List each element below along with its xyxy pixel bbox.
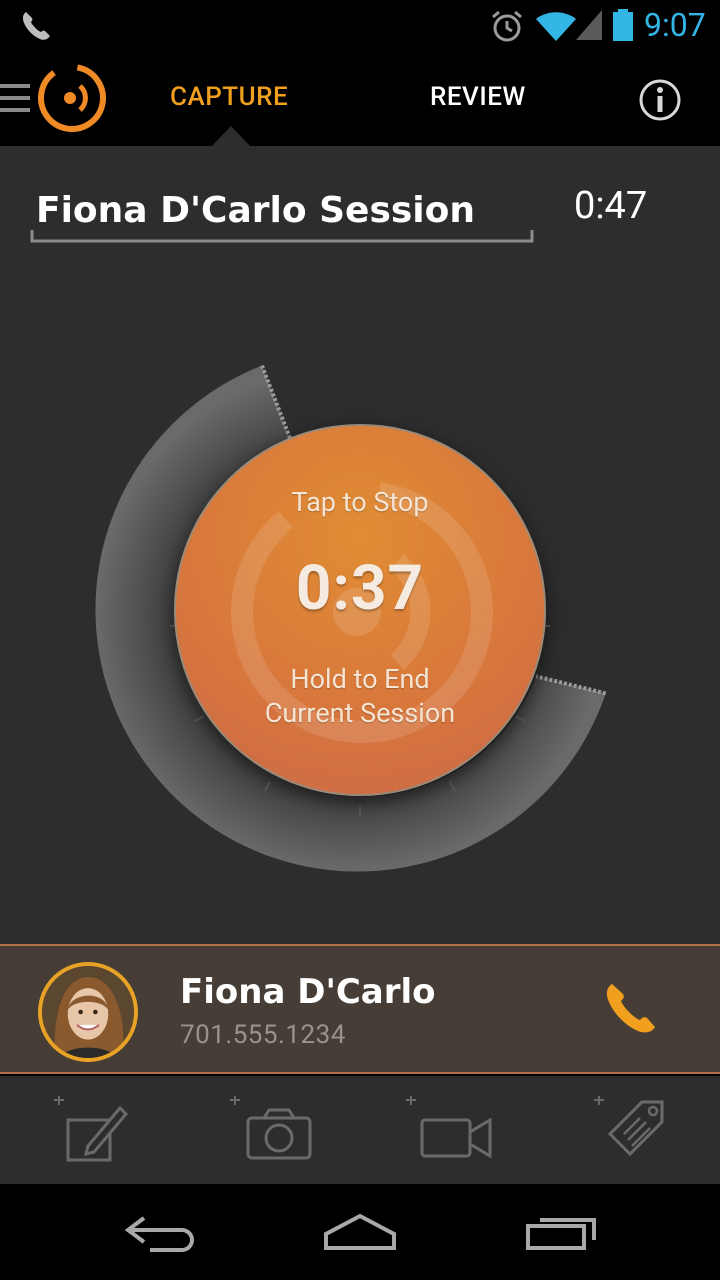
active-tab-indicator: [210, 126, 252, 148]
add-photo-icon[interactable]: [226, 1096, 316, 1166]
recents-icon[interactable]: [520, 1208, 600, 1258]
signal-icon: [576, 10, 602, 40]
battery-icon: [613, 9, 633, 41]
capture-toolbar: [0, 1076, 720, 1184]
home-icon[interactable]: [320, 1208, 400, 1258]
info-icon[interactable]: [638, 78, 682, 122]
contact-name: Fiona D'Carlo: [180, 972, 436, 1012]
status-bar: 9:07: [0, 0, 720, 50]
hold-to-end-line-2: Current Session: [264, 697, 456, 729]
session-title-input[interactable]: Fiona D'Carlo Session: [36, 190, 475, 231]
contact-bar[interactable]: Fiona D'Carlo 701.555.1234: [0, 944, 720, 1074]
system-nav-bar: [0, 1184, 720, 1280]
back-icon[interactable]: [120, 1208, 200, 1258]
session-total-time: 0:47: [574, 184, 648, 228]
add-note-icon[interactable]: [50, 1096, 140, 1166]
avatar: [38, 962, 138, 1062]
alarm-icon: [492, 10, 522, 42]
clock-time: 9:07: [644, 6, 706, 44]
hold-to-end-line-1: Hold to End: [290, 663, 430, 695]
action-bar: CAPTURE REVIEW: [0, 50, 720, 146]
add-tag-icon[interactable]: [590, 1096, 680, 1166]
hold-to-end-label: Hold to End Current Session: [176, 662, 544, 730]
capture-panel: Fiona D'Carlo Session 0:47 Tap to Stop 0…: [0, 146, 720, 944]
add-video-icon[interactable]: [402, 1096, 492, 1166]
tap-to-stop-label: Tap to Stop: [291, 486, 429, 518]
avatar-photo-icon: [42, 966, 134, 1058]
phone-icon: [22, 12, 50, 40]
record-stop-button[interactable]: Tap to Stop 0:37 Hold to End Current Ses…: [174, 424, 546, 796]
wifi-icon: [536, 12, 576, 41]
tab-review[interactable]: REVIEW: [430, 82, 526, 112]
call-icon[interactable]: [600, 980, 660, 1040]
drawer-menu-icon[interactable]: [0, 80, 34, 116]
app-logo-icon[interactable]: [34, 60, 110, 136]
title-underline: [30, 230, 534, 243]
contact-phone: 701.555.1234: [180, 1020, 346, 1050]
recording-elapsed-time: 0:37: [295, 552, 425, 625]
tab-capture[interactable]: CAPTURE: [170, 82, 288, 112]
